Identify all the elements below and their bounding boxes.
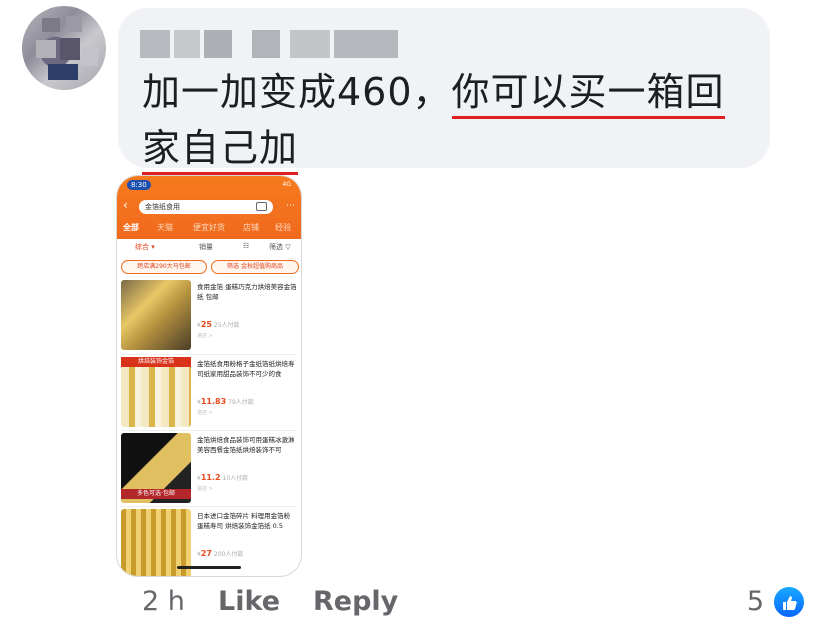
avatar-pixel: [48, 64, 78, 80]
commenter-name-redacted[interactable]: [140, 30, 398, 58]
search-bar: 金箔纸食用: [139, 200, 273, 214]
shop-link: 进店 >: [197, 333, 213, 339]
product-banner: 烘焙装饰金箔: [121, 357, 191, 367]
redaction-block: [290, 30, 330, 58]
home-indicator: [177, 566, 241, 569]
tab-all: 全部: [123, 223, 139, 232]
shop-link: 进店 >: [197, 486, 213, 492]
avatar-pixel: [66, 16, 82, 32]
product-item: 多色可选·包邮 金箔烘焙食品装饰可用蛋糕冰激淋美容西餐金箔纸烘焙装饰不可 ¥11…: [121, 433, 297, 507]
comment-text-underlined: 家自己加: [142, 126, 299, 175]
status-time: 8:30: [127, 180, 151, 190]
redaction-block: [204, 30, 232, 58]
avatar-pixel: [36, 40, 56, 58]
redaction-block: [174, 30, 200, 58]
product-image: 烘焙装饰金箔: [121, 357, 191, 427]
tab-experience: 经验: [275, 223, 291, 232]
thumbs-up-icon[interactable]: [772, 585, 806, 619]
product-price: ¥25 25人付款: [197, 320, 240, 329]
app-header: 8:30 4G ‹ 金箔纸食用 ⋯ 全部 天猫 便宜好货 店铺 经验: [117, 176, 301, 239]
divider: [121, 506, 297, 507]
reaction-count[interactable]: 5: [747, 586, 764, 617]
comment-text-plain: 加一加变成460，: [142, 70, 452, 114]
back-icon: ‹: [123, 198, 128, 212]
tab-tmall: 天猫: [157, 223, 173, 232]
promo-chip: 筛选 金秋超值购商品: [211, 260, 299, 274]
filter-sort: 综合 ▾: [135, 243, 155, 251]
product-item: 食用金箔 蛋糕巧克力烘焙美容金箔纸 包邮 ¥25 25人付款 进店 >: [121, 280, 297, 354]
product-item: 烘焙装饰金箔 金箔纸食用粉格子金纸箔纸烘焙寿司纸家用甜品装饰不可少的食 ¥11.…: [121, 357, 297, 431]
filter-bar: 综合 ▾ 销量 ☷ 筛选 ▽: [117, 242, 301, 256]
redaction-block: [140, 30, 170, 58]
product-price: ¥27 200人付款: [197, 549, 244, 558]
camera-icon: [256, 202, 267, 211]
layout-icon: ☷: [243, 242, 250, 250]
redaction-block: [334, 30, 398, 58]
avatar-pixel: [82, 46, 98, 66]
comment-text: 加一加变成460，你可以买一箱回家自己加: [142, 64, 762, 176]
reply-button[interactable]: Reply: [313, 586, 398, 617]
comment-timestamp[interactable]: 2 h: [142, 586, 185, 617]
filter-sales: 销量: [199, 243, 213, 251]
product-image: 多色可选·包邮: [121, 433, 191, 503]
comment-bubble: 加一加变成460，你可以买一箱回家自己加: [118, 8, 770, 175]
promo-chip: 跨店满290大马包邮: [121, 260, 207, 274]
status-network: 4G: [282, 181, 291, 188]
product-price: ¥11.83 79人付款: [197, 397, 254, 406]
avatar-pixel: [60, 38, 80, 60]
filter-screen: 筛选 ▽: [269, 243, 291, 251]
divider: [121, 354, 297, 355]
product-title: 金箔烘焙食品装饰可用蛋糕冰激淋美容西餐金箔纸烘焙装饰不可: [197, 436, 295, 454]
attached-screenshot[interactable]: 8:30 4G ‹ 金箔纸食用 ⋯ 全部 天猫 便宜好货 店铺 经验 综合 ▾ …: [116, 175, 302, 577]
comment-text-underlined: 你可以买一箱回: [451, 70, 725, 119]
product-title: 日本进口金箔碎片 料理用金箔粉 蛋糕寿司 烘焙装饰金箔纸 0.5: [197, 512, 291, 530]
product-image: [121, 280, 191, 350]
like-button[interactable]: Like: [218, 586, 280, 617]
avatar-pixel: [42, 18, 60, 32]
divider: [121, 430, 297, 431]
redaction-block: [252, 30, 280, 58]
shop-link: 进店 >: [197, 410, 213, 416]
commenter-avatar[interactable]: [22, 6, 106, 90]
app-tabs: 全部 天猫 便宜好货 店铺 经验: [117, 222, 301, 236]
product-title: 食用金箔 蛋糕巧克力烘焙美容金箔纸 包邮: [197, 283, 297, 301]
product-price: ¥11.2 10人付款: [197, 473, 249, 482]
product-banner: 多色可选·包邮: [121, 489, 191, 499]
tab-cheap: 便宜好货: [193, 223, 225, 232]
product-title: 金箔纸食用粉格子金纸箔纸烘焙寿司纸家用甜品装饰不可少的食: [197, 360, 295, 378]
search-value: 金箔纸食用: [145, 203, 180, 211]
more-icon: ⋯: [286, 201, 295, 211]
tab-shops: 店铺: [243, 223, 259, 232]
